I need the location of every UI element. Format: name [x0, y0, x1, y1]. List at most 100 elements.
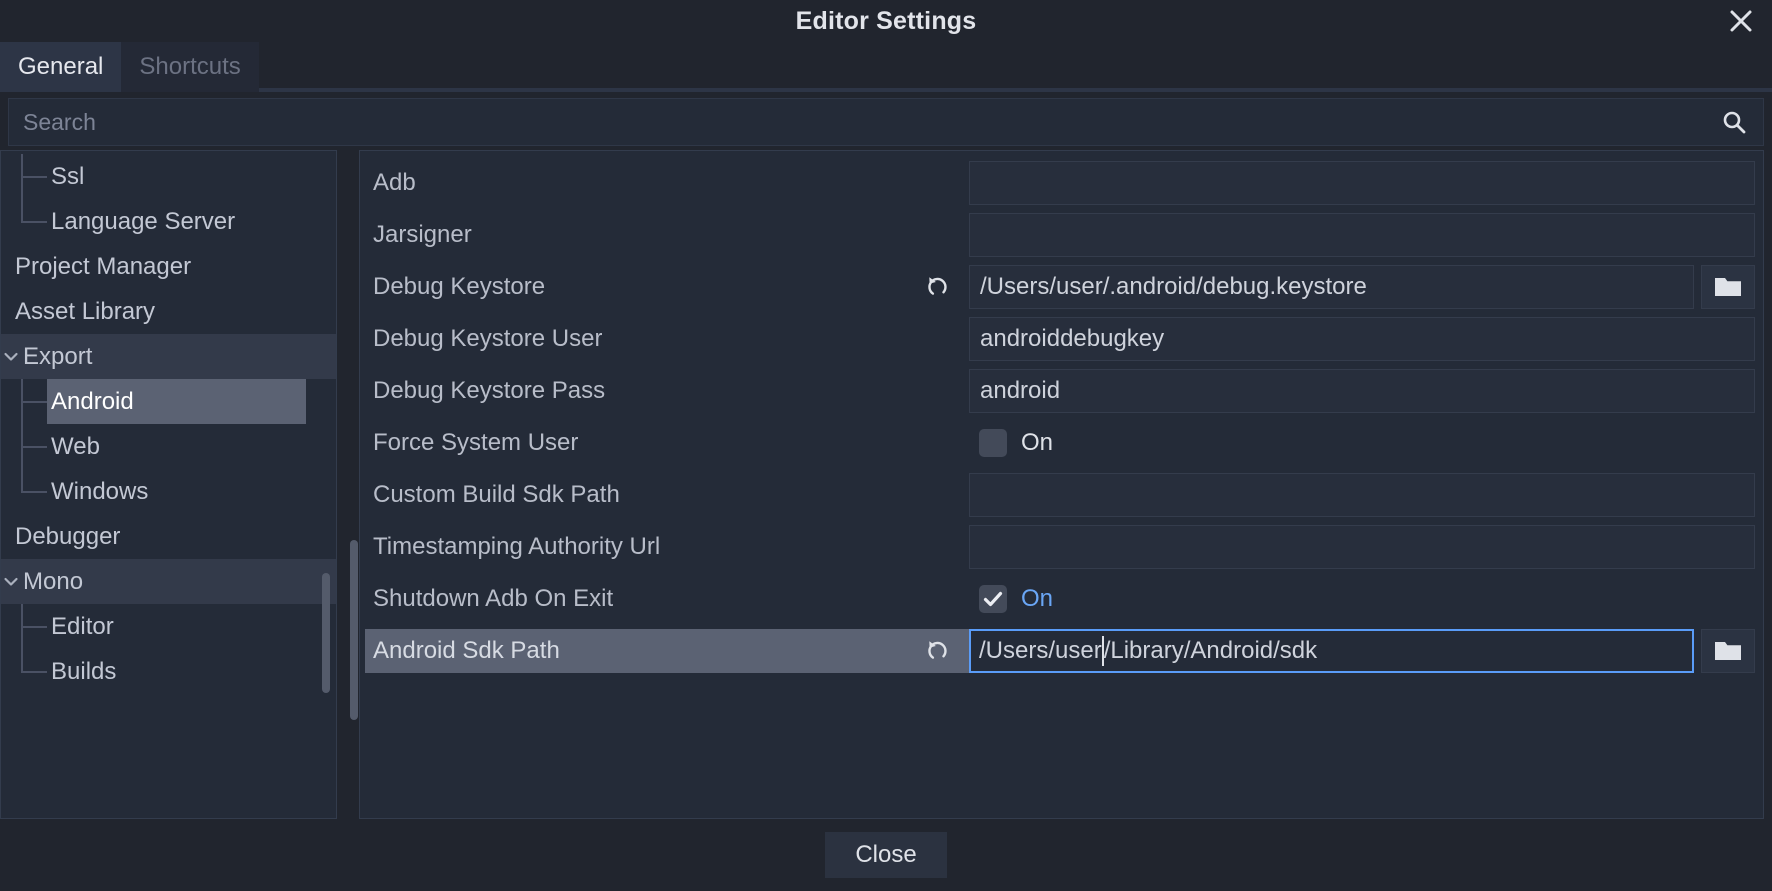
revert-arrow-icon[interactable] — [923, 272, 953, 302]
sidebar-item-mono[interactable]: Mono — [1, 559, 336, 604]
tab-general[interactable]: General — [0, 42, 121, 92]
checkbox[interactable] — [979, 429, 1007, 457]
property-text-input[interactable] — [969, 265, 1694, 309]
tab-general-label: General — [18, 53, 103, 81]
close-icon[interactable] — [1720, 0, 1762, 42]
tree-guide-vertical — [21, 649, 23, 673]
property-label: Timestamping Authority Url — [373, 533, 660, 561]
property-row: Android Sdk Path/Users/user/Library/Andr… — [360, 625, 1763, 677]
panel-scrollbar[interactable] — [350, 540, 358, 720]
property-name-cell: Shutdown Adb On Exit — [365, 577, 969, 621]
folder-icon[interactable] — [1701, 629, 1755, 673]
revert-spacer — [923, 480, 953, 510]
tree-guide-vertical — [21, 199, 23, 223]
panel-scrollbar-col — [349, 150, 359, 819]
tree-guide-horizontal — [21, 446, 47, 448]
property-row: Adb — [360, 157, 1763, 209]
tree-guide-horizontal — [21, 401, 47, 403]
sidebar-item-label: Mono — [23, 568, 83, 596]
property-value-cell — [969, 473, 1763, 517]
property-row: Shutdown Adb On Exit On — [360, 573, 1763, 625]
property-value-cell — [969, 265, 1763, 309]
checkbox-label: On — [1021, 585, 1053, 613]
sidebar-item-windows[interactable]: Windows — [1, 469, 336, 514]
property-name-cell: Force System User — [365, 421, 969, 465]
property-text-input[interactable]: /Users/user/Library/Android/sdk — [969, 629, 1694, 673]
sidebar-item-ssl[interactable]: Ssl — [1, 154, 336, 199]
property-label: Debug Keystore — [373, 273, 545, 301]
property-label: Custom Build Sdk Path — [373, 481, 620, 509]
sidebar-item-language-server[interactable]: Language Server — [1, 199, 336, 244]
sidebar-item-label: Asset Library — [15, 298, 155, 326]
property-text-input[interactable] — [969, 473, 1755, 517]
property-row: Timestamping Authority Url — [360, 521, 1763, 573]
property-label: Shutdown Adb On Exit — [373, 585, 613, 613]
property-text-input[interactable] — [969, 525, 1755, 569]
sidebar-item-label: Export — [23, 343, 92, 371]
settings-panel-wrap: Adb Jarsigner Debug Keystore Debug Keystore… — [349, 150, 1764, 819]
property-label: Android Sdk Path — [373, 637, 560, 665]
tab-shortcuts-label: Shortcuts — [139, 53, 240, 81]
sidebar-item-label: Web — [51, 433, 100, 461]
chevron-down-icon[interactable] — [1, 572, 21, 592]
sidebar-item-android[interactable]: Android — [1, 379, 336, 424]
property-value-cell: /Users/user/Library/Android/sdk — [969, 629, 1763, 673]
property-name-cell: Timestamping Authority Url — [365, 525, 969, 569]
sidebar-item-label: Ssl — [51, 163, 84, 191]
property-value-cell: On — [969, 421, 1763, 465]
property-row: Custom Build Sdk Path — [360, 469, 1763, 521]
input-text-after-caret: /Library/Android/sdk — [1104, 637, 1317, 665]
sidebar-item-editor[interactable]: Editor — [1, 604, 336, 649]
property-label: Adb — [373, 169, 416, 197]
sidebar-item-builds[interactable]: Builds — [1, 649, 336, 694]
search-icon[interactable] — [1719, 107, 1749, 137]
property-row: Debug Keystore Pass — [360, 365, 1763, 417]
revert-arrow-icon[interactable] — [923, 636, 953, 666]
property-label: Force System User — [373, 429, 578, 457]
dialog-footer: Close — [0, 819, 1772, 891]
search-input[interactable] — [23, 109, 1719, 136]
close-button[interactable]: Close — [825, 832, 946, 878]
tree-list: Ssl Language ServerProject Manager Asset L… — [1, 151, 336, 694]
sidebar-item-project-manager[interactable]: Project Manager — [1, 244, 336, 289]
checkbox-label: On — [1021, 429, 1053, 457]
sidebar-item-export[interactable]: Export — [1, 334, 336, 379]
property-name-cell: Jarsigner — [365, 213, 969, 257]
tree-guide-vertical — [21, 469, 23, 493]
property-name-cell: Android Sdk Path — [365, 629, 969, 673]
sidebar-item-debugger[interactable]: Debugger — [1, 514, 336, 559]
tab-shortcuts[interactable]: Shortcuts — [121, 42, 258, 92]
property-label: Debug Keystore Pass — [373, 377, 605, 405]
tree-guide-horizontal — [21, 626, 47, 628]
property-row: Debug Keystore User — [360, 313, 1763, 365]
tree-guide-horizontal — [21, 671, 47, 673]
property-text-input[interactable] — [969, 161, 1755, 205]
property-row: Debug Keystore — [360, 261, 1763, 313]
property-text-input[interactable] — [969, 369, 1755, 413]
property-value-cell — [969, 369, 1763, 413]
property-value-cell — [969, 317, 1763, 361]
tab-bar: General Shortcuts — [0, 42, 1772, 92]
folder-icon[interactable] — [1701, 265, 1755, 309]
sidebar-item-asset-library[interactable]: Asset Library — [1, 289, 336, 334]
title-bar: Editor Settings — [0, 0, 1772, 42]
property-text-input[interactable] — [969, 213, 1755, 257]
property-row: Force System User On — [360, 417, 1763, 469]
checkbox[interactable] — [979, 585, 1007, 613]
sidebar-item-label: Android — [51, 388, 134, 416]
checkbox-cell: On — [969, 421, 1755, 465]
sidebar-item-label: Builds — [51, 658, 116, 686]
dialog-body: Ssl Language ServerProject Manager Asset L… — [0, 150, 1772, 819]
property-text-input[interactable] — [969, 317, 1755, 361]
sidebar-item-web[interactable]: Web — [1, 424, 336, 469]
revert-spacer — [923, 428, 953, 458]
chevron-down-icon[interactable] — [1, 347, 21, 367]
sidebar-item-label: Debugger — [15, 523, 120, 551]
tree-guide-horizontal — [21, 491, 47, 493]
editor-settings-dialog: Editor Settings General Shortcuts Ssl Lan… — [0, 0, 1772, 891]
search-bar — [8, 98, 1764, 146]
property-name-cell: Custom Build Sdk Path — [365, 473, 969, 517]
revert-spacer — [923, 168, 953, 198]
sidebar-scrollbar[interactable] — [322, 573, 330, 693]
settings-property-list: Adb Jarsigner Debug Keystore Debug Keystore… — [359, 150, 1764, 819]
